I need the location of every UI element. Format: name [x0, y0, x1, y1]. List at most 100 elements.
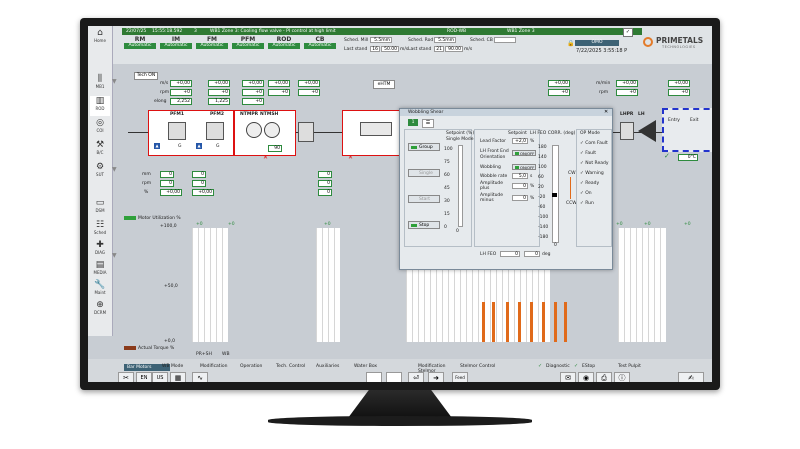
nav-sched[interactable]: ☷ Sched	[90, 220, 110, 240]
amp-plus-value[interactable]: 0	[512, 183, 528, 189]
last-stand-value[interactable]: 16	[370, 46, 380, 52]
percent-unit: %	[530, 184, 535, 189]
nav-mb1[interactable]: ⫼ MB1	[90, 74, 110, 94]
print-icon[interactable]: ⎙	[596, 372, 612, 382]
nav-coi[interactable]: ◎ COI	[90, 118, 110, 138]
mode-im[interactable]: IM Automatic	[160, 36, 192, 49]
back-icon[interactable]: ⏎	[408, 372, 424, 382]
water-box[interactable]	[360, 122, 392, 136]
mode-rm[interactable]: RM Automatic	[124, 36, 156, 49]
signature-icon[interactable]: ✍	[678, 372, 704, 382]
mode-rod[interactable]: ROD Automatic	[268, 36, 300, 49]
ntm-roll[interactable]	[264, 122, 280, 138]
feo-slider-thumb[interactable]	[552, 193, 557, 197]
stand-pfm2[interactable]	[206, 122, 224, 140]
tech-on-badge[interactable]: Tech ON	[134, 72, 158, 80]
pda-icon[interactable]: ∿	[192, 372, 208, 382]
forward-icon[interactable]: ➜	[428, 372, 444, 382]
amp-minus-value[interactable]: 0	[512, 195, 528, 201]
info-icon[interactable]: ⓘ	[614, 372, 630, 382]
mode-label: ROD	[276, 36, 292, 43]
wobbling-toggle[interactable]: ON/OFF	[512, 164, 536, 170]
bottom-tab[interactable]: WB Mode	[162, 364, 202, 369]
ehtm-badge[interactable]: eHTM	[373, 80, 395, 89]
lang-en-button[interactable]: EN	[136, 372, 152, 382]
feed-button[interactable]: Feed	[452, 372, 468, 382]
lead-factor-value[interactable]: +2,0	[512, 138, 528, 144]
nav-media[interactable]: ▤ MEDIA	[90, 260, 110, 280]
chevron-down-icon[interactable]: ▼	[112, 78, 120, 85]
top-bar: 22/07/25 15:55:18.592 3 WB1 Zone 3: Cool…	[88, 26, 712, 64]
conveyor-group[interactable]	[662, 108, 712, 152]
keyboard-icon[interactable]: ▦	[170, 372, 186, 382]
nav-diag[interactable]: ✚ DIAG	[90, 240, 110, 260]
date: 22/07/25	[126, 29, 147, 34]
close-icon[interactable]: ✕	[604, 109, 608, 115]
wobble-rate-value[interactable]: 5,0	[512, 173, 528, 179]
tab-1[interactable]: 1	[408, 119, 418, 126]
close-icon[interactable]: ✕	[263, 154, 268, 161]
wobbling-shear-dialog[interactable]: Wobbling Shear ✕ 1 ☰ Setpoint (%) Single…	[399, 108, 613, 270]
motor-util-label: Motor Utilization %	[138, 216, 181, 221]
nav-maint[interactable]: 🔧 Maint	[90, 280, 110, 300]
list-icon[interactable]: ☰	[422, 119, 434, 128]
up-icon[interactable]: ▲	[154, 143, 160, 149]
test-pulpit-status[interactable]: Test Pulpit	[618, 364, 641, 369]
nav-bc[interactable]: ⚒ B/C	[90, 140, 110, 160]
bottom-tab[interactable]: Operation	[240, 364, 280, 369]
start-button[interactable]: Start	[408, 195, 440, 203]
last-stand2-value[interactable]: 21	[434, 46, 444, 52]
mode-cb[interactable]: CB Automatic	[304, 36, 336, 49]
group-button[interactable]: Group	[408, 143, 440, 151]
up-icon[interactable]: ▲	[196, 143, 202, 149]
stop-button[interactable]: Stop	[408, 221, 440, 229]
nav-rod[interactable]: ▥ ROD	[90, 96, 110, 116]
mail-icon[interactable]: ✉	[560, 372, 576, 382]
mode-value: Automatic	[160, 43, 192, 49]
nav-sut[interactable]: ⚙ SUT	[90, 162, 110, 182]
speed2-value[interactable]: 90.00	[445, 46, 463, 52]
mode-pfm[interactable]: PFM Automatic	[232, 36, 264, 49]
check-label: Warning	[585, 171, 604, 176]
blank-button[interactable]	[366, 372, 382, 382]
bottom-tab[interactable]: Modification	[200, 364, 240, 369]
lh-feo-value[interactable]: 0	[500, 251, 520, 257]
nav-dcrm[interactable]: ⊕ DCRM	[90, 300, 110, 320]
utilization-column	[334, 228, 340, 342]
tools-icon[interactable]: ✂	[118, 372, 134, 382]
lh-feo-value2[interactable]: 0	[524, 251, 540, 257]
chevron-down-icon[interactable]: ▼	[112, 252, 120, 259]
bottom-tab[interactable]: Stelmor Control	[460, 364, 500, 369]
lang-us-button[interactable]: US	[152, 372, 168, 382]
sched-rod-value[interactable]: 5.5mm	[434, 37, 456, 43]
scale-tick: 75	[444, 160, 450, 165]
speed-value[interactable]: 50.00	[381, 46, 399, 52]
wrench-icon: 🔧	[94, 280, 106, 290]
utilization-column	[222, 228, 228, 342]
blank-button[interactable]	[386, 372, 402, 382]
bottom-tab[interactable]: Tech. Control	[276, 364, 316, 369]
single-button[interactable]: Single	[408, 169, 440, 177]
orientation-toggle[interactable]: ON/OFF	[512, 150, 536, 156]
nav-dsm[interactable]: ▭ DSM	[90, 198, 110, 218]
diagnostic-status[interactable]: Diagnostic	[546, 364, 570, 369]
sched-cb-value[interactable]	[494, 37, 516, 43]
lhpr-stand[interactable]	[620, 122, 634, 140]
stand-pfm1[interactable]	[168, 122, 186, 140]
ntm-roll[interactable]	[246, 122, 262, 138]
utilization-column	[660, 228, 666, 342]
alarm-strip[interactable]: 22/07/25 15:55:18.592 3 WB1 Zone 3: Cool…	[122, 28, 642, 35]
sched-mill-value[interactable]: 5.5mm	[370, 37, 392, 43]
cam-icon[interactable]: ◉	[578, 372, 594, 382]
scale-tick: 0	[444, 225, 447, 230]
mode-fm[interactable]: FM Automatic	[196, 36, 228, 49]
check-icon[interactable]: ✓	[623, 28, 633, 37]
bottom-tab[interactable]: Auxiliaries	[316, 364, 356, 369]
nav-home[interactable]: ⌂ Home	[90, 28, 110, 48]
chevron-down-icon[interactable]: ▼	[112, 166, 120, 173]
setpoint-slider[interactable]	[458, 145, 463, 227]
shear-stand[interactable]	[298, 122, 314, 142]
user-box[interactable]: OMO	[575, 40, 619, 46]
bottom-tab[interactable]: Water Box	[354, 364, 394, 369]
estop-status[interactable]: EStop	[582, 364, 595, 369]
